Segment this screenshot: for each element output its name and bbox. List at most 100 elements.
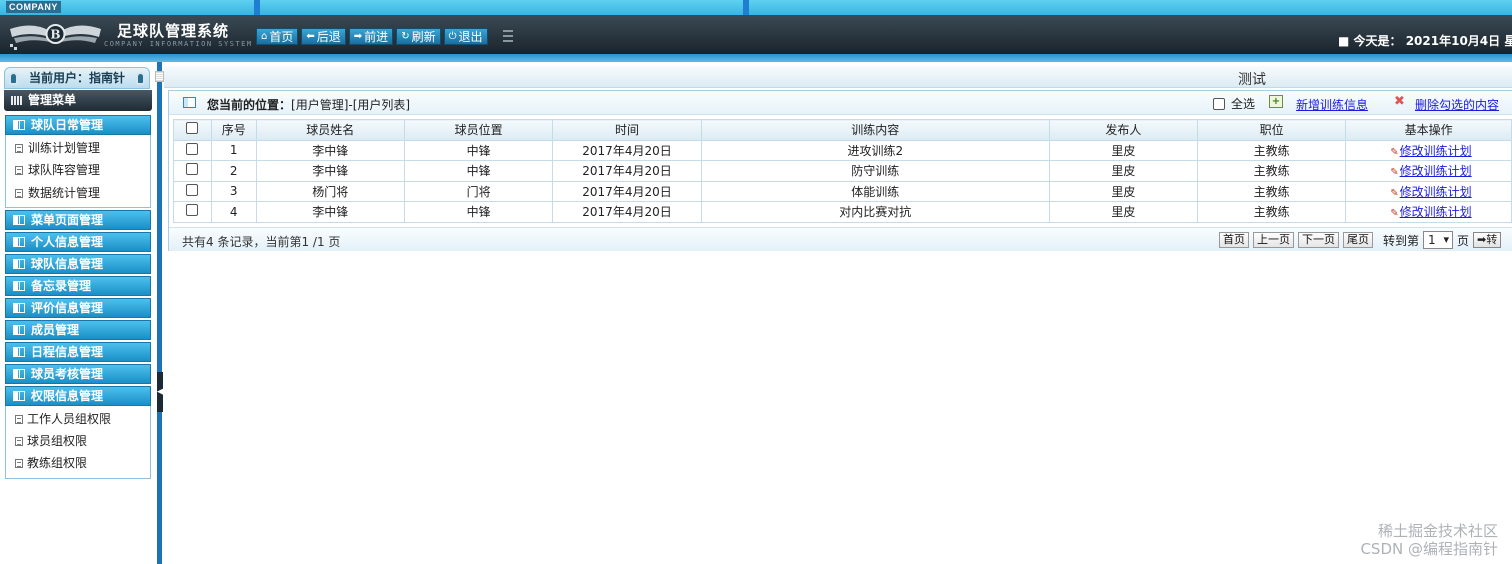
nav-home-label: 首页: [269, 30, 294, 44]
nav-logout-label: 退出: [458, 30, 483, 44]
menu-group-label: 球员考核管理: [31, 366, 104, 381]
row-index: 1: [210, 139, 257, 161]
menu-group-label: 个人信息管理: [31, 234, 104, 249]
select-all-control[interactable]: 全选: [1213, 95, 1255, 112]
page-unit: 页: [1457, 233, 1470, 248]
nav-home-button[interactable]: ⌂ 首页: [256, 28, 299, 45]
winged-b-logo-icon: B: [10, 24, 101, 50]
edit-plan-link[interactable]: 修改训练计划: [1400, 164, 1472, 178]
app-title: 足球队管理系统: [117, 22, 230, 40]
job-title: 主教练: [1197, 201, 1347, 223]
collapse-sidebar-icon[interactable]: ◀: [157, 372, 164, 412]
edit-plan-link[interactable]: 修改训练计划: [1400, 205, 1472, 219]
publisher: 里皮: [1048, 160, 1199, 182]
header-checkbox[interactable]: [186, 122, 199, 135]
training-table: 序号 球员姓名 球员位置 时间 训练内容 发布人 职位 基本操作 1 李中锋 中…: [173, 119, 1512, 223]
table-row: 2 李中锋 中锋 2017年4月20日 防守训练 里皮 主教练 ✎修改训练计划: [173, 160, 1512, 182]
add-training-link[interactable]: 新增训练信息: [1296, 96, 1368, 113]
column-header: 球员姓名: [255, 119, 405, 141]
table-icon: [183, 97, 196, 108]
table-row: 1 李中锋 中锋 2017年4月20日 进攻训练2 里皮 主教练 ✎修改训练计划: [173, 139, 1512, 161]
submenu-team-daily: 训练计划管理 球队阵容管理 数据统计管理: [5, 135, 151, 208]
menu-group-schedule[interactable]: 日程信息管理: [5, 341, 151, 362]
book-icon: [13, 236, 25, 247]
training-date: 2017年4月20日: [552, 180, 702, 202]
menu-group-personal-info[interactable]: 个人信息管理: [5, 231, 151, 252]
svg-text:B: B: [50, 28, 60, 42]
sidebar-item-statistics[interactable]: 数据统计管理: [6, 182, 150, 204]
player-position: 中锋: [403, 201, 554, 223]
nav-back-button[interactable]: ⬅ 后退: [301, 28, 346, 45]
menu-group-evaluation[interactable]: 评价信息管理: [5, 297, 151, 318]
power-icon: ⏻: [448, 31, 457, 42]
prev-page-button[interactable]: 上一页: [1253, 232, 1294, 248]
go-button[interactable]: ➡转: [1473, 232, 1502, 248]
menu-group-label: 备忘录管理: [31, 278, 92, 293]
location-path: [用户管理]-[用户列表]: [291, 98, 411, 112]
player-position: 中锋: [403, 160, 554, 182]
sidebar-item-staff-permissions[interactable]: 工作人员组权限: [6, 408, 150, 430]
sidebar-item-coach-permissions[interactable]: 教练组权限: [6, 452, 150, 474]
company-label: COMPANY: [6, 1, 61, 13]
menu-group-permissions[interactable]: 权限信息管理: [5, 385, 151, 406]
book-icon: [13, 302, 25, 313]
book-icon: [13, 324, 25, 335]
row-checkbox[interactable]: [186, 204, 199, 217]
action-cell: ✎修改训练计划: [1345, 139, 1512, 161]
column-header: 发布人: [1048, 119, 1199, 141]
menu-group-player-assessment[interactable]: 球员考核管理: [5, 363, 151, 384]
grid-icon: [11, 96, 23, 105]
date-display: ■ 今天是： 2021年10月4日 星期一: [1338, 34, 1512, 48]
delete-x-icon: ✖: [1394, 94, 1405, 109]
book-icon: [13, 280, 25, 291]
menu-title: 管理菜单: [28, 93, 77, 107]
row-checkbox[interactable]: [186, 142, 199, 155]
sidebar-item-player-permissions[interactable]: 球员组权限: [6, 430, 150, 452]
toolbar-handle-icon[interactable]: [503, 30, 513, 42]
book-icon: [13, 390, 25, 401]
sidebar-item-training-plan[interactable]: 训练计划管理: [6, 137, 150, 159]
pencil-icon: ✎: [1390, 146, 1399, 158]
nav-forward-button[interactable]: ➡ 前进: [348, 28, 394, 45]
edit-plan-link[interactable]: 修改训练计划: [1400, 185, 1472, 199]
watermark-line: CSDN @编程指南针: [1360, 540, 1498, 558]
publisher: 里皮: [1048, 180, 1199, 202]
header-checkbox-cell: [173, 119, 212, 141]
job-title: 主教练: [1197, 139, 1347, 161]
back-arrow-icon: ⬅: [306, 31, 315, 42]
sidebar-menu: 球队日常管理 训练计划管理 球队阵容管理 数据统计管理 菜单页面管理 个人信息管…: [5, 115, 151, 481]
job-title: 主教练: [1197, 160, 1347, 182]
sidebar-item-lineup[interactable]: 球队阵容管理: [6, 159, 150, 181]
first-page-button[interactable]: 首页: [1219, 232, 1249, 248]
sidebar-item-label: 球员组权限: [27, 434, 88, 449]
action-cell: ✎修改训练计划: [1345, 160, 1512, 182]
nav-back-label: 后退: [316, 30, 341, 44]
sidebar-divider: [157, 62, 162, 564]
training-date: 2017年4月20日: [552, 160, 702, 182]
document-icon: [15, 459, 23, 469]
training-date: 2017年4月20日: [552, 139, 702, 161]
nav-logout-button[interactable]: ⏻ 退出: [443, 28, 488, 45]
menu-group-team-daily[interactable]: 球队日常管理: [5, 115, 151, 135]
home-icon: ⌂: [261, 31, 268, 42]
row-checkbox[interactable]: [186, 163, 199, 176]
sidebar: 当前用户：指南针 管理菜单 球队日常管理 训练计划管理 球队阵容管理 数据统计管…: [0, 62, 164, 564]
last-page-button[interactable]: 尾页: [1343, 232, 1373, 248]
sidebar-item-label: 工作人员组权限: [27, 411, 112, 426]
menu-group-team-info[interactable]: 球队信息管理: [5, 253, 151, 274]
player-position: 中锋: [403, 139, 554, 161]
delete-selected-link[interactable]: 删除勾选的内容: [1415, 96, 1499, 113]
app-subtitle: COMPANY INFORMATION SYSTEM: [104, 40, 253, 48]
pencil-icon: ✎: [1390, 167, 1399, 179]
select-all-checkbox[interactable]: [1213, 97, 1225, 110]
column-header: 序号: [210, 119, 257, 141]
menu-group-menu-pages[interactable]: 菜单页面管理: [5, 209, 151, 230]
menu-group-members[interactable]: 成员管理: [5, 319, 151, 340]
row-checkbox[interactable]: [186, 183, 199, 196]
edit-plan-link[interactable]: 修改训练计划: [1400, 144, 1472, 158]
menu-group-memo[interactable]: 备忘录管理: [5, 275, 151, 296]
page-title-bar: 测试: [155, 66, 1512, 88]
next-page-button[interactable]: 下一页: [1298, 232, 1339, 248]
nav-refresh-button[interactable]: ↻ 刷新: [396, 28, 441, 45]
page-select[interactable]: 1: [1423, 231, 1454, 249]
